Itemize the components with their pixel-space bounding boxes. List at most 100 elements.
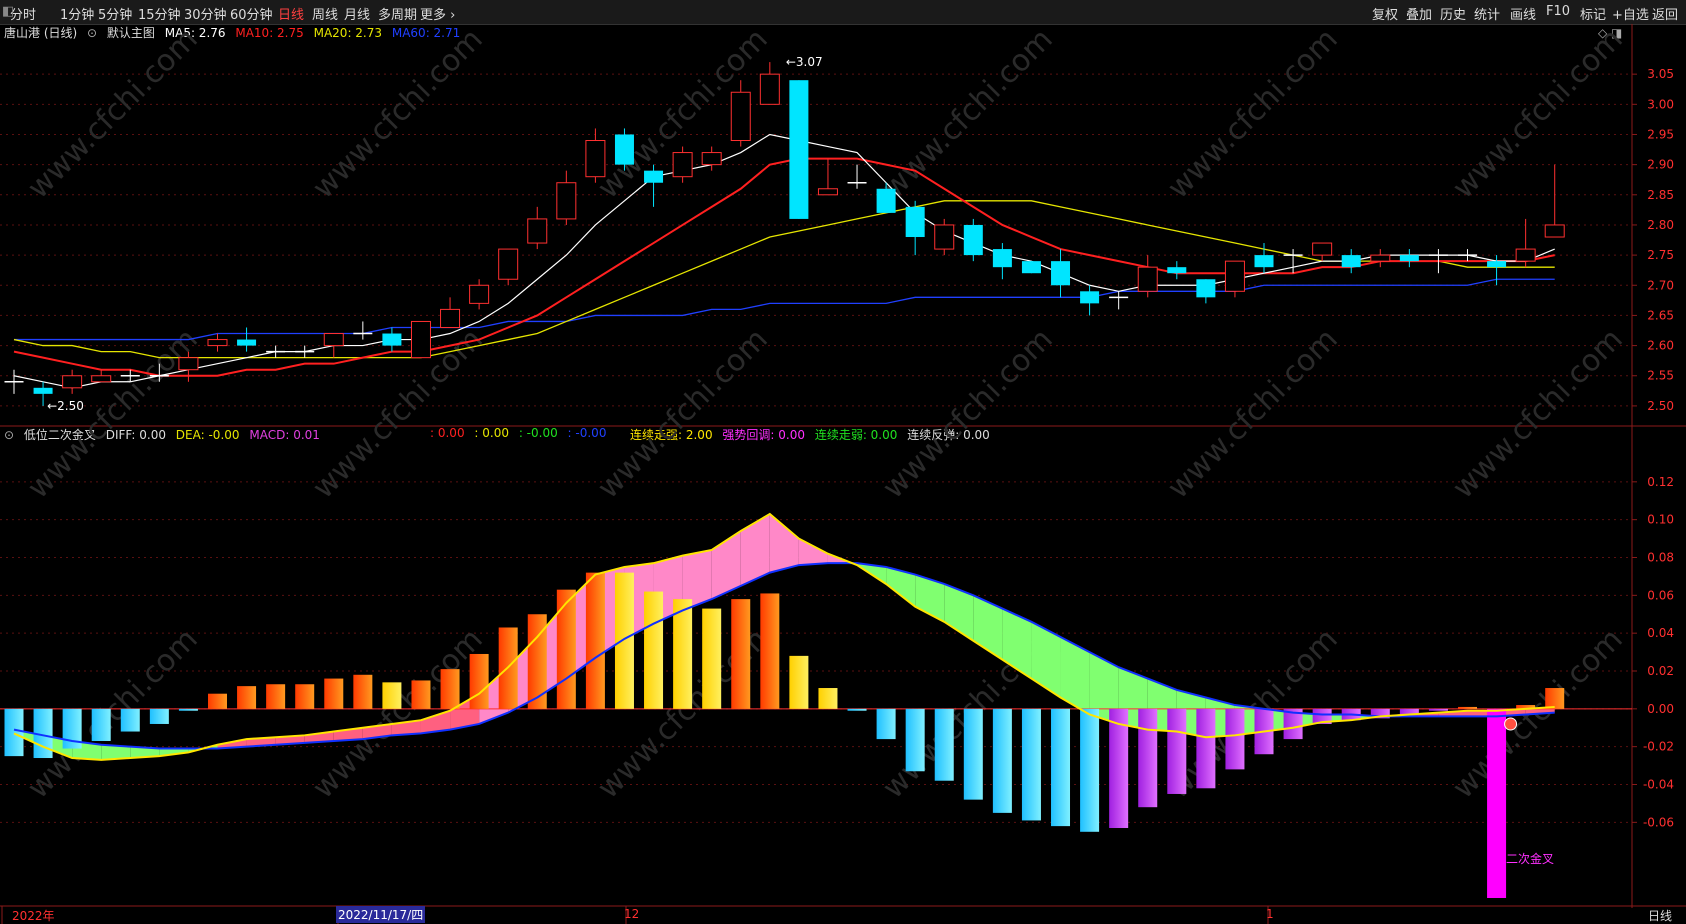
watermark-text: www.cfchi.com [1161, 322, 1345, 506]
macd-tick-label: -0.04 [1643, 778, 1674, 792]
macd-bar [266, 684, 286, 709]
macd-bar [1545, 688, 1565, 709]
macd-bar [702, 608, 722, 709]
candle-body [1515, 248, 1536, 262]
macd-bar [847, 708, 867, 711]
year-label: 2022年 [12, 909, 55, 923]
high-price-label: ←3.07 [786, 55, 823, 69]
macd-bar [1109, 708, 1129, 829]
watermark-text: www.cfchi.com [876, 22, 1060, 206]
candle-body [1224, 260, 1245, 292]
candle-body [963, 224, 983, 256]
watermark-text: www.cfchi.com [1446, 322, 1630, 506]
candle-body [614, 134, 634, 165]
candle-body [1370, 254, 1391, 262]
watermark-text: www.cfchi.com [306, 22, 490, 206]
candle-body [876, 188, 896, 213]
kline-chart[interactable]: 3.05 3.00 2.95 2.90 2.85 2.80 2.75 2.70 2.65 2.60… [0, 0, 1686, 924]
candle-body [1021, 261, 1041, 274]
macd-tick-label: 0.02 [1647, 664, 1674, 678]
macd-tick-label: 0.04 [1647, 626, 1674, 640]
macd-bar [1021, 708, 1041, 821]
macd-bar [1487, 708, 1507, 898]
macd-bar [731, 599, 751, 709]
macd-bar [295, 684, 315, 709]
macd-bar [992, 708, 1012, 813]
macd-bar [585, 572, 605, 709]
candle-body [585, 140, 606, 178]
macd-bar [207, 693, 227, 709]
candle-body [1399, 255, 1419, 262]
price-tick-label: 2.90 [1647, 158, 1674, 172]
candle-body [1341, 255, 1361, 268]
signal-marker-icon [1504, 717, 1518, 731]
candle-body [498, 248, 519, 280]
macd-tick-label: 0.12 [1647, 475, 1674, 489]
candle-body [1080, 291, 1100, 304]
diff-dea-area [1060, 636, 1090, 715]
period-label: 日线 [1648, 909, 1673, 923]
month-1-label: 1 [1266, 907, 1274, 921]
macd-bar [149, 708, 169, 724]
candle-body [527, 218, 548, 244]
macd-bar [556, 589, 576, 709]
candle-body [410, 320, 431, 359]
price-tick-label: 3.05 [1647, 67, 1674, 81]
candle-body [323, 333, 344, 347]
watermark-text: www.cfchi.com [876, 322, 1060, 506]
candle-body [672, 152, 693, 178]
macd-bar [353, 674, 373, 709]
macd-bar [934, 708, 954, 781]
macd-bar [120, 708, 140, 732]
price-tick-label: 2.60 [1647, 339, 1674, 353]
macd-tick-label: 0.08 [1647, 551, 1674, 565]
macd-tick-label: 0.00 [1647, 702, 1674, 716]
candle-body [469, 284, 490, 304]
macd-bar [1051, 708, 1071, 827]
macd-bar [905, 708, 925, 772]
macd-tick-label: 0.10 [1647, 513, 1674, 527]
macd-bar [178, 708, 198, 711]
candle-body [207, 339, 228, 347]
macd-bar [411, 680, 431, 709]
month-12-label: 12 [624, 907, 640, 921]
macd-bar [1080, 708, 1100, 832]
macd-bar [237, 686, 257, 709]
candle-body [1137, 266, 1158, 292]
low-price-label: ←2.50 [47, 399, 84, 413]
candle-body [934, 224, 955, 250]
macd-bar [440, 669, 460, 709]
macd-bar [963, 708, 983, 800]
candle-body [556, 182, 577, 220]
candle-body [440, 308, 461, 328]
macd-bar [469, 653, 489, 709]
candle-body [91, 375, 112, 383]
candle-body [237, 339, 257, 346]
candle-body [62, 375, 83, 389]
diff-dea-area [769, 513, 799, 573]
candle-body [1312, 242, 1333, 256]
macd-bar [644, 591, 664, 709]
price-tick-label: 2.50 [1647, 399, 1674, 413]
candle-body [905, 206, 925, 238]
candle-body [1254, 255, 1274, 268]
candle-body [33, 387, 53, 394]
macd-bar [1138, 708, 1158, 808]
macd-bar [91, 708, 111, 741]
price-tick-label: 2.55 [1647, 369, 1674, 383]
cursor-date: 2022/11/17/四 [336, 906, 426, 923]
candle-body [789, 80, 809, 219]
candle-body [1196, 279, 1216, 298]
macd-bar [673, 599, 693, 709]
macd-bar [1196, 708, 1216, 789]
price-tick-label: 2.80 [1647, 218, 1674, 232]
candle-body [644, 170, 664, 183]
macd-bar [324, 678, 344, 709]
macd-tick-label: -0.06 [1643, 815, 1674, 829]
macd-bar [4, 708, 24, 757]
price-tick-label: 2.85 [1647, 188, 1674, 202]
watermark-text: www.cfchi.com [591, 322, 775, 506]
candle-body [1167, 267, 1187, 274]
price-tick-label: 3.00 [1647, 97, 1674, 111]
watermark-text: www.cfchi.com [1446, 22, 1630, 206]
